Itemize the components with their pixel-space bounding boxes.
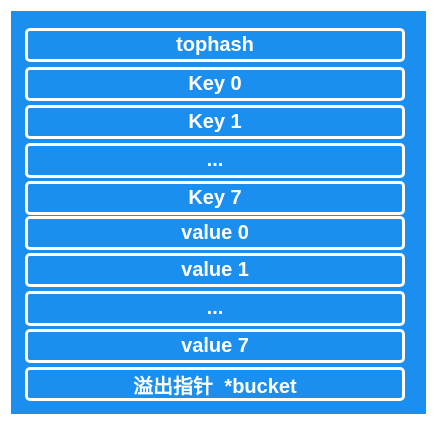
field-overflow-pointer: 溢出指针 *bucket [25,367,405,401]
bucket-struct: tophash Key 0 Key 1 ... Key 7 value 0 va… [11,11,426,414]
field-value-1: value 1 [25,253,405,287]
field-values-ellipsis: ... [25,291,405,326]
field-tophash: tophash [25,28,405,62]
field-keys-ellipsis: ... [25,143,405,178]
field-value-7: value 7 [25,329,405,363]
field-key-1: Key 1 [25,105,405,139]
field-key-7: Key 7 [25,181,405,215]
field-key-0: Key 0 [25,67,405,101]
field-value-0: value 0 [25,216,405,250]
